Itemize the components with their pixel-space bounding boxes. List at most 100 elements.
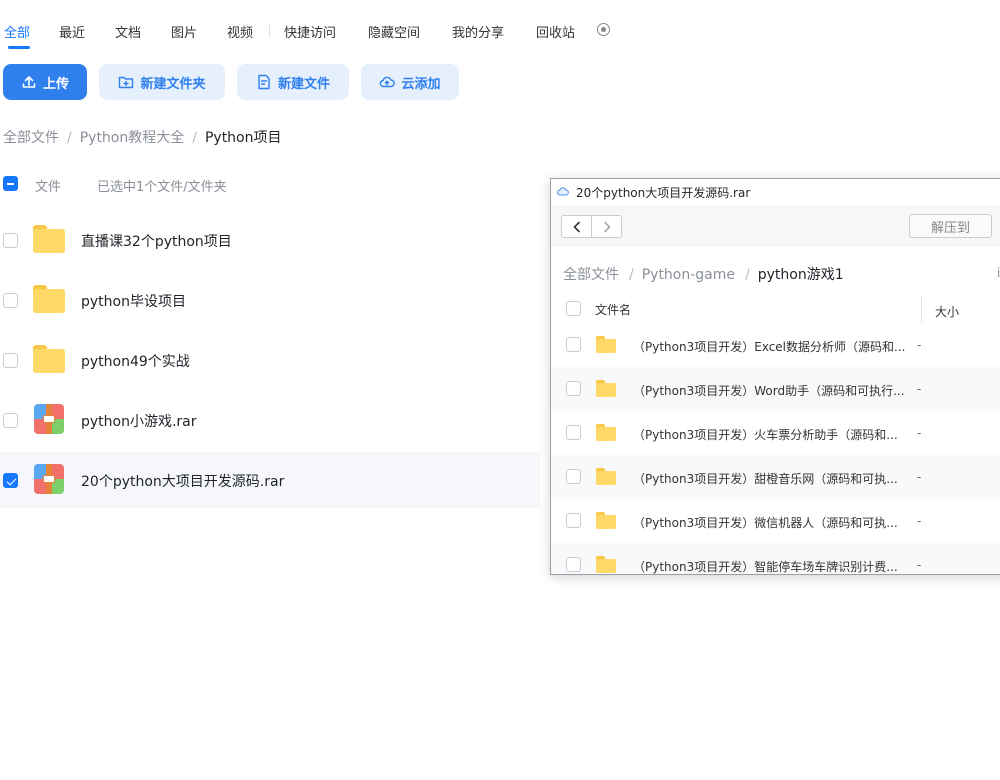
navigation-bar: 解压到 — [551, 205, 1000, 247]
archive-item-size: - — [917, 558, 922, 572]
archive-item-size: - — [917, 382, 922, 396]
archive-item-size: - — [917, 514, 922, 528]
file-row-selected[interactable]: 20个python大项目开发源码.rar — [0, 452, 540, 508]
tab-hidden-space[interactable]: 隐藏空间 — [368, 22, 420, 41]
archive-item-name: （Python3项目开发）微信机器人（源码和可执... — [633, 516, 898, 530]
archive-breadcrumb: 全部文件 / Python-game / python游戏1 — [563, 264, 844, 284]
archive-item-size: - — [917, 426, 922, 440]
cloud-upload-icon — [380, 76, 396, 88]
breadcrumb-separator: / — [192, 130, 197, 146]
new-file-icon — [258, 74, 270, 90]
upload-label: 上传 — [42, 76, 69, 92]
file-name[interactable]: 直播课32个python项目 — [81, 231, 232, 251]
archive-row[interactable]: （Python3项目开发）微信机器人（源码和可执... - — [551, 499, 1000, 543]
file-row[interactable]: python毕设项目 — [0, 272, 540, 328]
archive-crumb-all-files[interactable]: 全部文件 — [563, 267, 619, 283]
archive-row-checkbox[interactable] — [566, 469, 581, 484]
forward-button[interactable] — [591, 216, 621, 237]
extract-to-button[interactable]: 解压到 — [909, 214, 992, 238]
column-size[interactable]: 大小 — [935, 303, 959, 320]
breadcrumb-python-tutorials[interactable]: Python教程大全 — [80, 130, 185, 146]
new-file-label: 新建文件 — [277, 76, 330, 92]
archive-select-all-checkbox[interactable] — [566, 301, 581, 316]
archive-item-size: - — [917, 470, 922, 484]
row-checkbox[interactable] — [3, 413, 18, 428]
archive-row[interactable]: （Python3项目开发）甜橙音乐网（源码和可执... - — [551, 455, 1000, 499]
folder-icon — [33, 225, 65, 253]
archive-preview-window: 20个python大项目开发源码.rar 解压到 全部文件 / Python-gam… — [550, 178, 1000, 575]
new-folder-label: 新建文件夹 — [140, 76, 206, 92]
file-row[interactable]: python49个实战 — [0, 332, 540, 388]
archive-item-name: （Python3项目开发）Excel数据分析师（源码和... — [633, 340, 906, 354]
breadcrumb: 全部文件 / Python教程大全 / Python项目 — [3, 127, 282, 147]
row-checkbox[interactable] — [3, 233, 18, 248]
breadcrumb-separator: / — [745, 267, 750, 283]
folder-icon — [596, 556, 616, 573]
archive-item-name: （Python3项目开发）甜橙音乐网（源码和可执... — [633, 472, 898, 486]
folder-icon — [596, 336, 616, 353]
tab-images[interactable]: 图片 — [171, 22, 197, 41]
new-file-button[interactable]: 新建文件 — [237, 64, 349, 100]
file-column-label: 文件 — [35, 180, 62, 195]
archive-row[interactable]: （Python3项目开发）Word助手（源码和可执行... - — [551, 367, 1000, 411]
file-name[interactable]: python毕设项目 — [81, 291, 186, 311]
tab-settings-icon[interactable] — [597, 23, 610, 36]
row-checkbox[interactable] — [3, 473, 18, 488]
file-name[interactable]: python49个实战 — [81, 351, 190, 371]
tab-all[interactable]: 全部 — [4, 22, 31, 49]
tab-divider — [269, 24, 270, 38]
archive-row[interactable]: （Python3项目开发）火车票分析助手（源码和... - — [551, 411, 1000, 455]
column-filename[interactable]: 文件名 — [595, 301, 631, 318]
archive-row-checkbox[interactable] — [566, 513, 581, 528]
upload-icon — [22, 76, 36, 88]
file-list-header: 文件 已选中1个文件/文件夹 — [0, 170, 540, 200]
folder-icon — [33, 285, 65, 313]
cloud-add-label: 云添加 — [401, 76, 441, 92]
file-name[interactable]: python小游戏.rar — [81, 411, 197, 431]
tab-recycle-bin[interactable]: 回收站 — [536, 22, 575, 41]
archive-row-checkbox[interactable] — [566, 337, 581, 352]
archive-item-name: （Python3项目开发）Word助手（源码和可执行... — [633, 384, 905, 398]
row-checkbox[interactable] — [3, 293, 18, 308]
row-checkbox[interactable] — [3, 353, 18, 368]
breadcrumb-separator: / — [629, 267, 634, 283]
archive-row-checkbox[interactable] — [566, 381, 581, 396]
window-title-bar[interactable]: 20个python大项目开发源码.rar — [551, 179, 1000, 205]
archive-item-size: - — [917, 338, 922, 352]
archive-row-checkbox[interactable] — [566, 557, 581, 572]
archive-crumb-python-game[interactable]: Python-game — [642, 267, 735, 283]
rar-archive-icon — [34, 404, 64, 434]
select-all-checkbox[interactable] — [3, 176, 18, 191]
new-folder-button[interactable]: 新建文件夹 — [99, 64, 225, 100]
chevron-right-icon — [603, 221, 611, 232]
folder-icon — [33, 345, 65, 373]
new-folder-icon — [119, 76, 134, 89]
archive-row[interactable]: （Python3项目开发）Excel数据分析师（源码和... - — [551, 323, 1000, 367]
cloud-app-icon — [557, 187, 569, 196]
tab-quick-access[interactable]: 快捷访问 — [284, 22, 336, 41]
archive-item-name: （Python3项目开发）火车票分析助手（源码和... — [633, 428, 898, 442]
upload-button[interactable]: 上传 — [3, 64, 87, 100]
column-divider[interactable] — [921, 296, 922, 323]
back-button[interactable] — [562, 216, 591, 237]
folder-icon — [596, 512, 616, 529]
file-row[interactable]: python小游戏.rar — [0, 392, 540, 448]
breadcrumb-all-files[interactable]: 全部文件 — [3, 130, 59, 146]
nav-buttons — [561, 215, 622, 238]
archive-item-name: （Python3项目开发）智能停车场车牌识别计费... — [633, 560, 898, 574]
archive-crumb-current: python游戏1 — [757, 267, 844, 283]
tab-videos[interactable]: 视频 — [227, 22, 253, 41]
breadcrumb-current: Python项目 — [204, 130, 282, 146]
tab-documents[interactable]: 文档 — [115, 22, 141, 41]
archive-row[interactable]: （Python3项目开发）智能停车场车牌识别计费... - — [551, 543, 1000, 574]
folder-icon — [596, 424, 616, 441]
tab-my-shares[interactable]: 我的分享 — [452, 22, 504, 41]
cloud-add-button[interactable]: 云添加 — [361, 64, 459, 100]
archive-list-header: 文件名 大小 — [551, 296, 1000, 323]
chevron-left-icon — [573, 221, 580, 232]
tab-recent[interactable]: 最近 — [59, 22, 85, 41]
file-name[interactable]: 20个python大项目开发源码.rar — [81, 471, 284, 491]
folder-icon — [596, 380, 616, 397]
file-row[interactable]: 直播课32个python项目 — [0, 212, 540, 268]
archive-row-checkbox[interactable] — [566, 425, 581, 440]
